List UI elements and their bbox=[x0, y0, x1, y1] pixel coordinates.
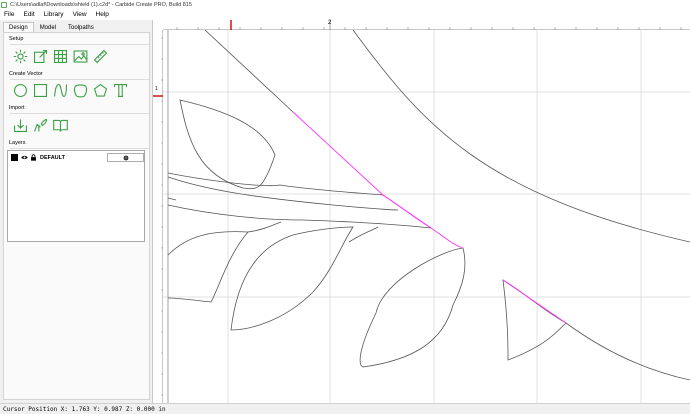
text-icon[interactable] bbox=[111, 81, 129, 99]
title-bar: C:\Users\adlaf\Downloads\shield (1).c2d*… bbox=[0, 0, 690, 9]
leaf-middle bbox=[230, 226, 354, 331]
import-tools bbox=[11, 116, 71, 134]
inner-border bbox=[204, 30, 294, 113]
vector-paths bbox=[167, 30, 690, 381]
setup-tools bbox=[11, 47, 111, 65]
divider bbox=[10, 113, 149, 114]
status-bar: Cursor Position X: 1.763 Y: 0.987 Z: 0.0… bbox=[0, 403, 690, 414]
open-book-icon[interactable] bbox=[51, 116, 69, 134]
eye-icon[interactable] bbox=[21, 154, 28, 161]
image-icon[interactable] bbox=[71, 47, 89, 65]
polygon-blob-icon[interactable] bbox=[71, 81, 89, 99]
leaf-center bbox=[359, 247, 466, 368]
import-trace-icon[interactable] bbox=[31, 116, 49, 134]
upper-stem bbox=[167, 172, 384, 196]
canvas-drawing bbox=[163, 30, 690, 403]
menu-library[interactable]: Library bbox=[40, 9, 69, 20]
select-node-icon[interactable] bbox=[31, 47, 49, 65]
menu-help[interactable]: Help bbox=[92, 9, 114, 20]
stem-lower bbox=[167, 204, 432, 229]
import-download-icon[interactable] bbox=[11, 116, 29, 134]
layer-row[interactable]: DEFAULT bbox=[11, 153, 144, 162]
tab-design[interactable]: Design bbox=[3, 22, 34, 32]
menu-view[interactable]: View bbox=[69, 9, 92, 20]
import-label: Import bbox=[9, 105, 25, 111]
menu-bar: File Edit Library View Help bbox=[0, 9, 690, 20]
ruler-top-ticks bbox=[176, 20, 682, 30]
tab-model[interactable]: Model bbox=[34, 22, 62, 32]
curve-icon[interactable] bbox=[51, 81, 69, 99]
selected-path bbox=[292, 111, 567, 324]
create-vector-label: Create Vector bbox=[9, 71, 43, 77]
job-setup-icon[interactable] bbox=[11, 47, 29, 65]
ruler-top-label: 2 bbox=[328, 20, 332, 26]
setup-label: Setup bbox=[9, 36, 24, 42]
short-stem bbox=[167, 197, 177, 201]
leaf-left-lower bbox=[167, 231, 249, 303]
divider bbox=[10, 148, 149, 149]
circle-icon[interactable] bbox=[11, 81, 29, 99]
app-logo-icon bbox=[1, 1, 7, 8]
cursor-position: Cursor Position X: 1.763 Y: 0.987 Z: 0.0… bbox=[3, 405, 166, 413]
grid-lines bbox=[163, 30, 690, 403]
layer-name: DEFAULT bbox=[40, 154, 65, 161]
divider bbox=[10, 44, 149, 45]
leaf-right bbox=[502, 279, 567, 361]
lock-icon[interactable] bbox=[30, 154, 37, 161]
pentagon-icon[interactable] bbox=[91, 81, 109, 99]
vector-tools bbox=[11, 81, 131, 99]
layers-label: Layers bbox=[9, 140, 26, 146]
ruler-top[interactable]: 2 bbox=[163, 20, 690, 30]
ruler-corner bbox=[152, 20, 163, 30]
leaf-top bbox=[179, 99, 276, 190]
gear-icon bbox=[122, 154, 129, 161]
design-canvas[interactable] bbox=[163, 30, 690, 403]
outer-arc bbox=[352, 30, 690, 243]
menu-file[interactable]: File bbox=[0, 9, 19, 20]
ruler-left-label: 1 bbox=[155, 86, 158, 92]
rectangle-icon[interactable] bbox=[31, 81, 49, 99]
ruler-left[interactable]: 1 bbox=[152, 30, 164, 403]
connector-2 bbox=[348, 226, 379, 243]
layer-color-swatch[interactable] bbox=[11, 154, 18, 161]
layers-list: DEFAULT bbox=[7, 150, 145, 242]
window-title: C:\Users\adlaf\Downloads\shield (1).c2d*… bbox=[10, 1, 192, 8]
tab-strip: Design Model Toolpaths bbox=[3, 22, 100, 32]
connector-1 bbox=[247, 221, 282, 233]
menu-edit[interactable]: Edit bbox=[19, 9, 39, 20]
left-panel: Design Model Toolpaths Setup Create Vect… bbox=[0, 20, 152, 403]
divider bbox=[10, 79, 149, 80]
grid-table-icon[interactable] bbox=[51, 47, 69, 65]
tab-toolpaths[interactable]: Toolpaths bbox=[62, 22, 100, 32]
design-panel: Setup Create Vector Import Layers DEFAUL… bbox=[3, 32, 150, 400]
inner-border-lower bbox=[565, 322, 690, 381]
measure-ruler-icon[interactable] bbox=[91, 47, 109, 65]
layer-settings-button[interactable] bbox=[107, 153, 144, 162]
